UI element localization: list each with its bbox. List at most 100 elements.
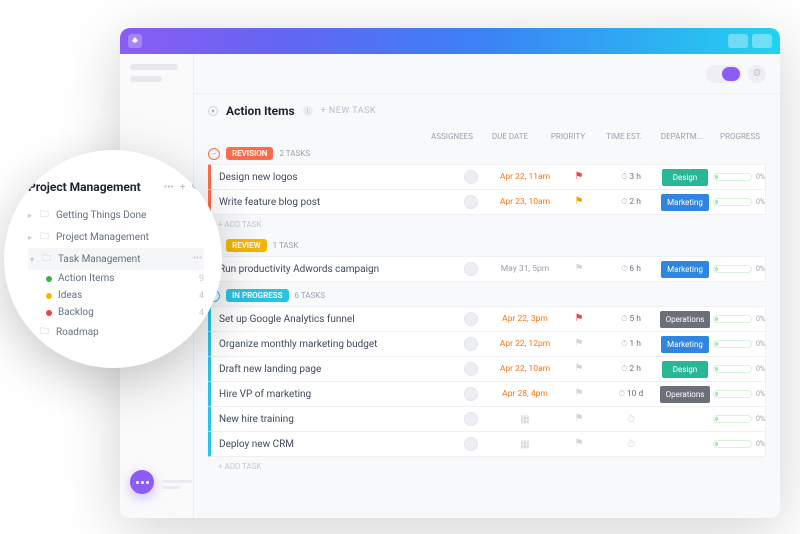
task-title[interactable]: Organize monthly marketing budget [211, 339, 445, 350]
time-est-cell[interactable]: ⏱ [605, 414, 657, 425]
department-chip[interactable]: Marketing [661, 336, 709, 353]
assignee-avatar[interactable] [464, 362, 478, 376]
sidebar-list[interactable]: Backlog4 [28, 304, 204, 321]
task-title[interactable]: New hire training [211, 414, 445, 425]
priority-flag-icon[interactable]: ⚑ [575, 264, 584, 274]
progress-bar[interactable] [713, 390, 752, 398]
col-priority[interactable]: PRIORITY [542, 132, 594, 141]
due-date-cell[interactable]: Apr 28, 4pm [497, 389, 553, 399]
priority-flag-icon[interactable]: ⚑ [575, 172, 584, 182]
more-icon[interactable]: ••• [164, 182, 174, 193]
assignee-avatar[interactable] [464, 437, 478, 451]
task-row[interactable]: Deploy new CRM ▦ ⚑ ⏱ 0% [208, 431, 766, 457]
assignee-avatar[interactable] [464, 262, 478, 276]
add-task-button[interactable]: + ADD TASK [208, 456, 766, 473]
progress-bar[interactable] [713, 340, 752, 348]
window-control-icon[interactable] [728, 34, 748, 48]
status-chip[interactable]: REVIEW [226, 239, 267, 252]
new-task-button[interactable]: + NEW TASK [321, 106, 376, 116]
col-time-est[interactable]: TIME EST. [598, 132, 650, 141]
assignee-avatar[interactable] [464, 337, 478, 351]
col-progress[interactable]: PROGRESS [714, 132, 766, 141]
chat-fab[interactable] [130, 470, 154, 494]
due-date-cell[interactable]: May 31, 5pm [497, 264, 553, 274]
status-chip[interactable]: REVISION [226, 147, 273, 160]
due-date-cell[interactable]: Apr 22, 12pm [497, 339, 553, 349]
more-icon[interactable]: ••• [193, 254, 202, 264]
assignee-avatar[interactable] [464, 412, 478, 426]
time-est-cell[interactable]: 1 h [605, 339, 657, 349]
add-icon[interactable]: + [180, 182, 186, 193]
status-chip[interactable]: IN PROGRESS [226, 289, 289, 302]
sidebar-folder-selected[interactable]: ▾🗀Task Management••• [28, 248, 204, 270]
progress-bar[interactable] [713, 440, 752, 448]
chevron-right-icon[interactable]: ▸ [28, 233, 34, 242]
priority-flag-icon[interactable]: ⚑ [575, 197, 584, 207]
progress-bar[interactable] [713, 173, 752, 181]
due-date-cell[interactable]: ▦ [497, 414, 553, 425]
chevron-right-icon[interactable]: ▸ [28, 211, 34, 220]
time-est-cell[interactable]: 3 h [605, 172, 657, 182]
priority-flag-icon[interactable]: ⚑ [575, 364, 584, 374]
time-est-cell[interactable]: 10 d [605, 389, 657, 399]
time-est-cell[interactable]: 5 h [605, 314, 657, 324]
task-row[interactable]: Organize monthly marketing budget Apr 22… [208, 331, 766, 357]
priority-flag-icon[interactable]: ⚑ [575, 439, 584, 449]
task-title[interactable]: Draft new landing page [211, 364, 445, 375]
sidebar-folder[interactable]: ▸🗀Project Management [28, 226, 204, 248]
task-title[interactable]: Write feature blog post [211, 197, 445, 208]
assignee-avatar[interactable] [464, 195, 478, 209]
task-row[interactable]: Set up Google Analytics funnel Apr 22, 3… [208, 306, 766, 332]
priority-flag-icon[interactable]: ⚑ [575, 389, 584, 399]
collapse-icon[interactable]: ▾ [208, 106, 218, 116]
task-title[interactable]: Design new logos [211, 172, 445, 183]
priority-flag-icon[interactable]: ⚑ [575, 339, 584, 349]
time-est-cell[interactable]: 2 h [605, 364, 657, 374]
due-date-cell[interactable]: Apr 22, 11am [497, 172, 553, 182]
task-row[interactable]: Write feature blog post Apr 23, 10am ⚑ 2… [208, 189, 766, 215]
app-logo-icon[interactable] [128, 34, 142, 48]
department-chip[interactable]: Design [662, 169, 708, 186]
task-row[interactable]: Design new logos Apr 22, 11am ⚑ 3 h Desi… [208, 164, 766, 190]
priority-flag-icon[interactable]: ⚑ [575, 314, 584, 324]
time-est-cell[interactable]: 6 h [605, 264, 657, 274]
task-row[interactable]: Run productivity Adwords campaign May 31… [208, 256, 766, 282]
progress-bar[interactable] [713, 198, 752, 206]
task-row[interactable]: New hire training ▦ ⚑ ⏱ 0% [208, 406, 766, 432]
progress-bar[interactable] [713, 365, 752, 373]
assignee-avatar[interactable] [464, 170, 478, 184]
col-due-date[interactable]: DUE DATE [482, 132, 538, 141]
task-title[interactable]: Run productivity Adwords campaign [211, 264, 445, 275]
task-title[interactable]: Set up Google Analytics funnel [211, 314, 445, 325]
department-chip[interactable]: Operations [660, 386, 711, 403]
progress-bar[interactable] [713, 415, 752, 423]
sidebar-folder[interactable]: ▸🗀Getting Things Done [28, 204, 204, 226]
info-icon[interactable]: i [303, 106, 313, 116]
sidebar-list[interactable]: Action Items9 [28, 270, 204, 287]
department-chip[interactable]: Design [662, 361, 708, 378]
task-title[interactable]: Deploy new CRM [211, 439, 445, 450]
calendar-icon[interactable]: ▦ [520, 414, 529, 425]
due-date-cell[interactable]: Apr 22, 3pm [497, 314, 553, 324]
chevron-right-icon[interactable]: ▸ [28, 328, 34, 337]
settings-icon[interactable]: ⚙ [748, 65, 766, 83]
sidebar-folder[interactable]: ▸🗀Roadmap [28, 321, 204, 343]
due-date-cell[interactable]: ▦ [497, 439, 553, 450]
chevron-down-icon[interactable]: ▾ [30, 255, 36, 264]
sidebar-list[interactable]: Ideas4 [28, 287, 204, 304]
progress-bar[interactable] [713, 315, 752, 323]
assignee-avatar[interactable] [464, 387, 478, 401]
calendar-icon[interactable]: ▦ [520, 439, 529, 450]
task-row[interactable]: Hire VP of marketing Apr 28, 4pm ⚑ 10 d … [208, 381, 766, 407]
priority-flag-icon[interactable]: ⚑ [575, 414, 584, 424]
task-title[interactable]: Hire VP of marketing [211, 389, 445, 400]
window-control-icon[interactable] [752, 34, 772, 48]
view-toggle[interactable] [706, 65, 742, 83]
add-task-button[interactable]: + ADD TASK [208, 214, 766, 231]
department-chip[interactable]: Marketing [661, 194, 709, 211]
due-date-cell[interactable]: Apr 23, 10am [497, 197, 553, 207]
due-date-cell[interactable]: Apr 22, 10am [497, 364, 553, 374]
department-chip[interactable]: Marketing [661, 261, 709, 278]
col-assignees[interactable]: ASSIGNEES [426, 132, 478, 141]
time-est-cell[interactable]: 2 h [605, 197, 657, 207]
